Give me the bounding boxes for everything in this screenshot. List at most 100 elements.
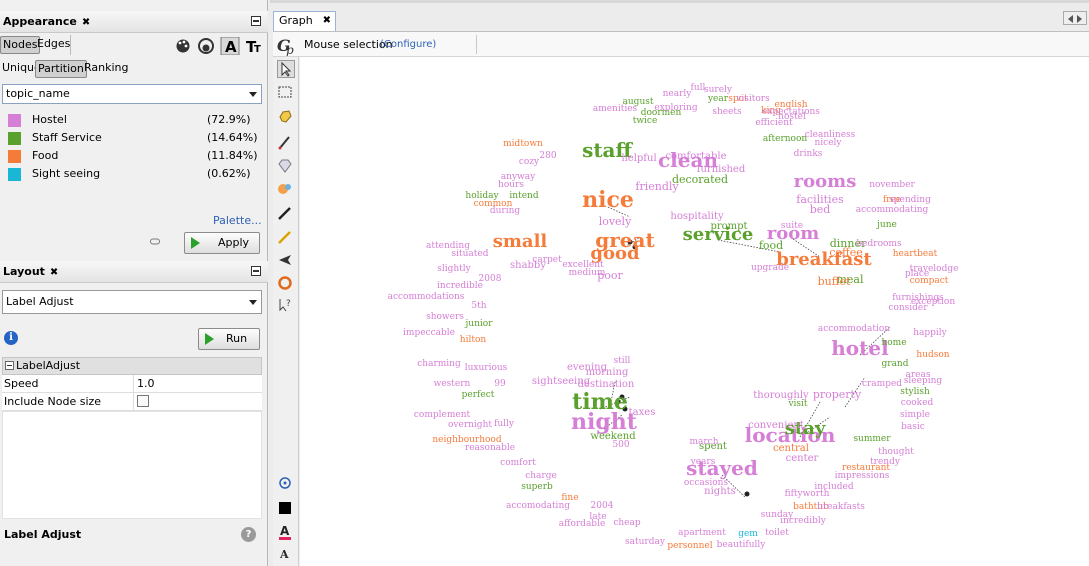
shortest-path-icon[interactable] [277,252,295,270]
graph-node-label[interactable]: fine [561,493,578,503]
pencil-icon[interactable] [277,205,295,223]
graph-node-label[interactable]: center [786,453,819,464]
link-icon[interactable] [150,238,160,246]
info-icon[interactable]: i [4,331,18,345]
graph-node-label[interactable]: hours [498,180,524,190]
graph-node-label[interactable]: nights [704,486,736,497]
graph-view[interactable]: nicestaff cleanserviceroomsroombreakfastg… [300,57,1089,566]
graph-node-label[interactable]: stylish [900,387,930,397]
graph-node-label[interactable]: incredibly [780,516,827,526]
palette-link[interactable]: Palette... [213,214,262,227]
label-color-icon[interactable]: A [220,37,240,55]
graph-canvas[interactable]: nice staff clean service rooms room breakfast g… [300,57,1089,566]
graph-node-label[interactable]: years [690,457,716,467]
apply-button[interactable]: Apply [184,232,260,254]
graph-node-label[interactable]: breakfasts [817,502,865,512]
partition-item[interactable]: Staff Service (14.64%) [6,129,262,147]
graph-node-label[interactable]: small [493,231,548,252]
graph-node-label[interactable]: sheets [712,107,742,117]
close-icon[interactable]: ✖ [50,267,58,278]
graph-node-label[interactable]: neighbourhood [432,435,501,445]
graph-node-label[interactable]: property [813,388,862,401]
diamond-icon[interactable] [277,158,295,176]
graph-node-label[interactable]: nicely [814,138,842,148]
tab-graph[interactable]: Graph ✖ [273,11,336,31]
partition-color-swatch[interactable] [8,132,21,145]
graph-node-label[interactable]: showers [426,312,464,322]
graph-node-label[interactable]: charming [417,359,461,369]
graph-node-label[interactable]: accommodations [388,292,465,302]
graph-node-label[interactable]: heartbeat [893,249,938,259]
graph-node-label[interactable]: hudson [916,350,949,360]
graph-node-label[interactable]: accommodating [856,205,929,215]
attribute-select[interactable]: topic_name [2,84,262,104]
graph-node-label[interactable]: still [614,356,631,366]
graph-node-label[interactable]: cramped [862,379,902,389]
graph-node-label[interactable]: western [434,379,471,389]
graph-node-label[interactable]: trendy [870,457,901,467]
graph-node-label[interactable]: incredible [437,281,483,291]
configure-link[interactable]: (Configure) [380,39,436,50]
partition-color-swatch[interactable] [8,114,21,127]
layout-algorithm-select[interactable]: Label Adjust [2,290,262,314]
graph-node-label[interactable]: comfortable [665,151,726,162]
partition-color-swatch[interactable] [8,150,21,163]
graph-node-label[interactable]: saturday [625,537,666,547]
graph-node-label[interactable]: fiftyworth [785,489,830,499]
graph-node-label[interactable]: buffet [818,275,851,288]
graph-node-label[interactable]: toilet [765,528,789,538]
graph-node-label[interactable]: 99 [494,379,506,389]
sizer-icon[interactable] [277,181,295,199]
help-icon[interactable]: ? [241,527,256,542]
tab-edges[interactable]: Edges [35,36,72,54]
graph-node-label[interactable]: food [759,239,783,252]
graph-node-label[interactable]: fully [494,419,515,429]
rectangle-selection-icon[interactable] [277,84,295,102]
graph-node-label[interactable]: hotel [831,336,889,360]
graph-node-label[interactable]: home [881,338,906,348]
graph-node-label[interactable]: intend [509,191,538,201]
graph-node-label[interactable]: superb [521,482,553,492]
graph-node-label[interactable]: beautifully [717,540,767,550]
graph-node-label[interactable]: november [869,180,915,190]
graph-node-label[interactable]: 280 [539,151,556,161]
graph-node-label[interactable]: nearly [663,89,693,99]
graph-node[interactable] [744,491,750,497]
graph-node-label[interactable]: afternoon [763,134,808,144]
graph-node-label[interactable]: basic [901,422,925,432]
graph-node-label[interactable]: perfect [462,390,495,400]
heat-map-icon[interactable] [277,275,295,293]
graph-node-label[interactable]: rooms [794,171,857,192]
graph-node-label[interactable]: impeccable [403,328,455,338]
size-icon[interactable] [198,38,214,54]
graph-node-label[interactable]: slightly [437,264,471,274]
graph-node-label[interactable]: cheap [613,518,641,528]
graph-node-label[interactable]: attending [426,241,470,251]
graph-node-label[interactable]: charge [525,471,557,481]
graph-node-label[interactable]: amenities [593,104,638,114]
graph-node-label[interactable]: overnight [448,420,492,430]
graph-node-label[interactable]: upgrade [751,263,789,273]
graph-node-label[interactable]: suite [781,221,803,231]
graph-node-label[interactable]: nice [582,187,634,213]
graph-node-label[interactable]: junior [465,319,494,329]
close-icon[interactable]: ✖ [323,12,331,30]
palette-icon[interactable] [176,39,190,53]
partition-color-swatch[interactable] [8,168,21,181]
graph-node-label[interactable]: grand [882,359,909,369]
graph-node-label[interactable]: exploring [654,103,697,113]
graph-node-label[interactable]: evening [567,362,608,373]
graph-node-label[interactable]: exception [911,297,955,307]
graph-node-label[interactable]: twice [633,116,658,126]
graph-node-label[interactable]: carpet [532,255,562,265]
graph-node-label[interactable]: june [876,220,897,230]
graph-node-label[interactable]: lovely [599,215,632,228]
graph-node-label[interactable]: destination [578,379,635,390]
graph-node-label[interactable]: luxurious [465,363,508,373]
mode-ranking[interactable]: Ranking [82,60,131,78]
edge-pencil-icon[interactable] [277,229,295,247]
graph-node-label[interactable]: facilities [796,193,844,206]
graph-node-label[interactable]: summer [853,434,891,444]
font-color-icon[interactable]: A [277,523,295,541]
graph-node-label[interactable]: friendly [635,180,679,193]
